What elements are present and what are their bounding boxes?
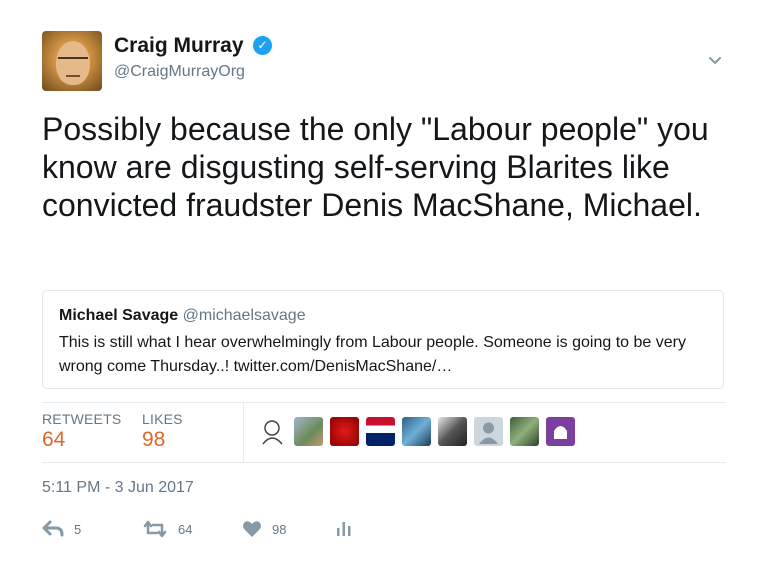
liker-avatar[interactable] [258,417,287,446]
liker-avatar[interactable] [402,417,431,446]
liker-avatar[interactable] [366,417,395,446]
reply-button[interactable]: 5 [42,517,81,541]
likes-label[interactable]: LIKES [142,411,183,427]
verified-badge-icon: ✓ [253,36,272,55]
analytics-icon [337,522,351,536]
quoted-text: This is still what I hear overwhelmingly… [59,334,686,375]
retweet-icon [143,520,167,538]
tweet-text: Possibly because the only "Labour people… [42,111,709,223]
avatar-mouth [66,75,80,77]
retweets-count[interactable]: 64 [42,428,65,452]
like-count: 98 [272,521,287,537]
likes-count[interactable]: 98 [142,428,165,452]
quoted-tweet[interactable]: Michael Savage @michaelsavage This is st… [42,290,724,389]
divider [42,462,726,463]
liker-avatar[interactable] [330,417,359,446]
author-avatar[interactable] [42,31,102,91]
liker-avatar[interactable] [510,417,539,446]
divider [42,402,726,403]
chevron-down-icon[interactable] [708,54,722,68]
divider [243,402,244,462]
liker-avatar[interactable] [474,417,503,446]
analytics-button[interactable] [336,517,352,541]
tweet-timestamp[interactable]: 5:11 PM - 3 Jun 2017 [42,479,194,497]
quoted-handle: @michaelsavage [182,307,306,324]
quoted-author: Michael Savage @michaelsavage [59,307,306,325]
heart-icon [243,521,261,537]
author-name[interactable]: Craig Murray [114,34,244,58]
avatar-glasses [58,57,88,66]
quoted-name: Michael Savage [59,307,179,324]
retweets-label[interactable]: RETWEETS [42,411,121,427]
retweet-count: 64 [178,521,193,537]
author-handle[interactable]: @CraigMurrayOrg [114,63,245,81]
like-button[interactable]: 98 [242,517,286,541]
liker-avatar[interactable] [294,417,323,446]
reply-count: 5 [74,521,82,537]
reply-icon [42,520,64,537]
liker-avatar[interactable] [546,417,575,446]
liker-avatar[interactable] [438,417,467,446]
retweet-button[interactable]: 64 [142,517,192,541]
